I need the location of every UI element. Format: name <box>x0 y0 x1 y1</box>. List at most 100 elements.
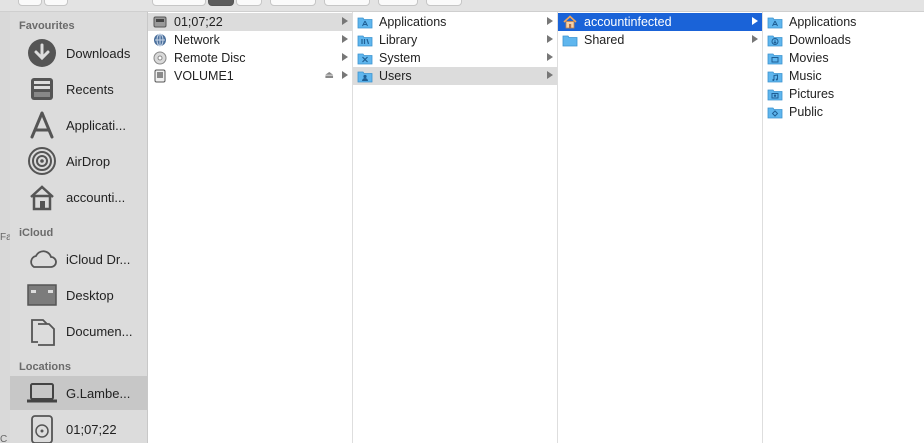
list-item-downloads[interactable]: Downloads <box>763 31 924 49</box>
home-icon <box>25 182 59 212</box>
download-circle-icon <box>25 38 59 68</box>
sidebar-section-favourites: Favourites <box>19 20 75 32</box>
airdrop-icon <box>25 146 59 176</box>
disclosure-arrow-icon <box>342 17 348 25</box>
disc-icon <box>152 51 168 65</box>
disk-icon <box>152 15 168 29</box>
list-item-label: Pictures <box>789 87 835 101</box>
list-item-volume[interactable]: VOLUME1 ⏏ <box>148 67 352 85</box>
sidebar-item-label: Applicati... <box>66 117 126 133</box>
list-item-label: Network <box>174 33 220 47</box>
sidebar-item-computer[interactable]: G.Lambe... <box>10 376 147 410</box>
sidebar-item-desktop[interactable]: Desktop <box>10 278 147 312</box>
share-button[interactable] <box>378 0 418 6</box>
list-item-label: Shared <box>584 33 625 47</box>
list-item-label: accountinfected <box>584 15 672 29</box>
sidebar-item-applications[interactable]: Applicati... <box>10 108 147 142</box>
sidebar-item-documents[interactable]: Documen... <box>10 314 147 348</box>
group-button[interactable] <box>270 0 316 6</box>
tags-button[interactable] <box>426 0 462 6</box>
list-item-shared[interactable]: Shared <box>558 31 762 49</box>
browser-column-1: 01;07;22 Network Remote Disc VOLUME1 ⏏ <box>148 12 353 443</box>
sidebar: Favourites Downloads Recents Applicati..… <box>10 12 148 443</box>
sidebar-item-label: Downloads <box>66 45 131 61</box>
usb-drive-icon <box>152 69 168 83</box>
list-item-public[interactable]: Public <box>763 103 924 121</box>
disclosure-arrow-icon <box>342 53 348 61</box>
forward-button[interactable] <box>44 0 68 6</box>
list-item-system[interactable]: System <box>353 49 557 67</box>
disclosure-arrow-icon <box>547 17 553 25</box>
list-item-label: System <box>379 51 421 65</box>
disclosure-arrow-icon <box>342 71 348 79</box>
pictures-folder-icon <box>767 87 783 101</box>
home-icon <box>562 15 578 29</box>
list-item-label: 01;07;22 <box>174 15 223 29</box>
users-folder-icon <box>357 69 373 83</box>
cloud-icon <box>25 244 59 274</box>
sidebar-item-label: Recents <box>66 81 114 97</box>
list-item-label: Applications <box>789 15 857 29</box>
list-item-label: Remote Disc <box>174 51 246 65</box>
disclosure-arrow-icon <box>547 35 553 43</box>
sidebar-item-downloads[interactable]: Downloads <box>10 36 147 70</box>
sidebar-item-label: accounti... <box>66 189 126 205</box>
laptop-icon <box>25 378 59 408</box>
list-item-home-folder[interactable]: accountinfected <box>558 13 762 31</box>
recents-tray-icon <box>25 74 59 104</box>
desktop-icon <box>25 280 59 310</box>
disclosure-arrow-icon <box>752 17 758 25</box>
list-item-library[interactable]: Library <box>353 31 557 49</box>
list-item-remote-disc[interactable]: Remote Disc <box>148 49 352 67</box>
movies-folder-icon <box>767 51 783 65</box>
list-item-disk[interactable]: 01;07;22 <box>148 13 352 31</box>
sidebar-item-label: G.Lambe... <box>66 385 131 401</box>
sidebar-item-label: iCloud Dr... <box>66 251 131 267</box>
list-item-label: Movies <box>789 51 829 65</box>
view-columns-button[interactable] <box>208 0 234 6</box>
window-toolbar <box>0 0 924 12</box>
list-item-movies[interactable]: Movies <box>763 49 924 67</box>
system-folder-icon <box>357 51 373 65</box>
applications-icon <box>25 110 59 140</box>
list-item-music[interactable]: Music <box>763 67 924 85</box>
disk-icon <box>25 414 59 443</box>
disclosure-arrow-icon <box>752 35 758 43</box>
library-folder-icon <box>357 33 373 47</box>
globe-icon <box>152 33 168 47</box>
sidebar-item-label: Desktop <box>66 287 114 303</box>
list-item-applications[interactable]: Applications <box>353 13 557 31</box>
sidebar-item-recents[interactable]: Recents <box>10 72 147 106</box>
list-item-users[interactable]: Users <box>353 67 557 85</box>
browser-column-2: Applications Library System Users <box>353 12 558 443</box>
list-item-label: Downloads <box>789 33 851 47</box>
downloads-folder-icon <box>767 33 783 47</box>
sidebar-section-locations: Locations <box>19 361 71 373</box>
browser-column-3: accountinfected Shared <box>558 12 763 443</box>
browser-column-4: Applications Downloads Movies Music Pict… <box>763 12 924 443</box>
sidebar-item-airdrop[interactable]: AirDrop <box>10 144 147 178</box>
list-item-label: VOLUME1 <box>174 69 234 83</box>
background-text-fragment: C <box>0 434 8 443</box>
sidebar-item-icloud-drive[interactable]: iCloud Dr... <box>10 242 147 276</box>
documents-icon <box>25 316 59 346</box>
back-button[interactable] <box>18 0 42 6</box>
list-item-label: Applications <box>379 15 447 29</box>
action-button[interactable] <box>324 0 370 6</box>
list-item-label: Music <box>789 69 822 83</box>
sidebar-item-label: Documen... <box>66 323 133 339</box>
applications-folder-icon <box>357 15 373 29</box>
view-icons-button[interactable] <box>152 0 206 6</box>
applications-folder-icon <box>767 15 783 29</box>
sidebar-item-label: 01;07;22 <box>66 421 117 437</box>
sidebar-section-icloud: iCloud <box>19 227 54 239</box>
list-item-applications[interactable]: Applications <box>763 13 924 31</box>
sidebar-item-disk[interactable]: 01;07;22 <box>10 412 147 443</box>
list-item-network[interactable]: Network <box>148 31 352 49</box>
view-gallery-button[interactable] <box>236 0 262 6</box>
sidebar-item-label: AirDrop <box>66 153 111 169</box>
sidebar-item-home[interactable]: accounti... <box>10 180 147 214</box>
list-item-pictures[interactable]: Pictures <box>763 85 924 103</box>
eject-icon[interactable]: ⏏ <box>325 70 334 81</box>
list-item-label: Users <box>379 69 412 83</box>
